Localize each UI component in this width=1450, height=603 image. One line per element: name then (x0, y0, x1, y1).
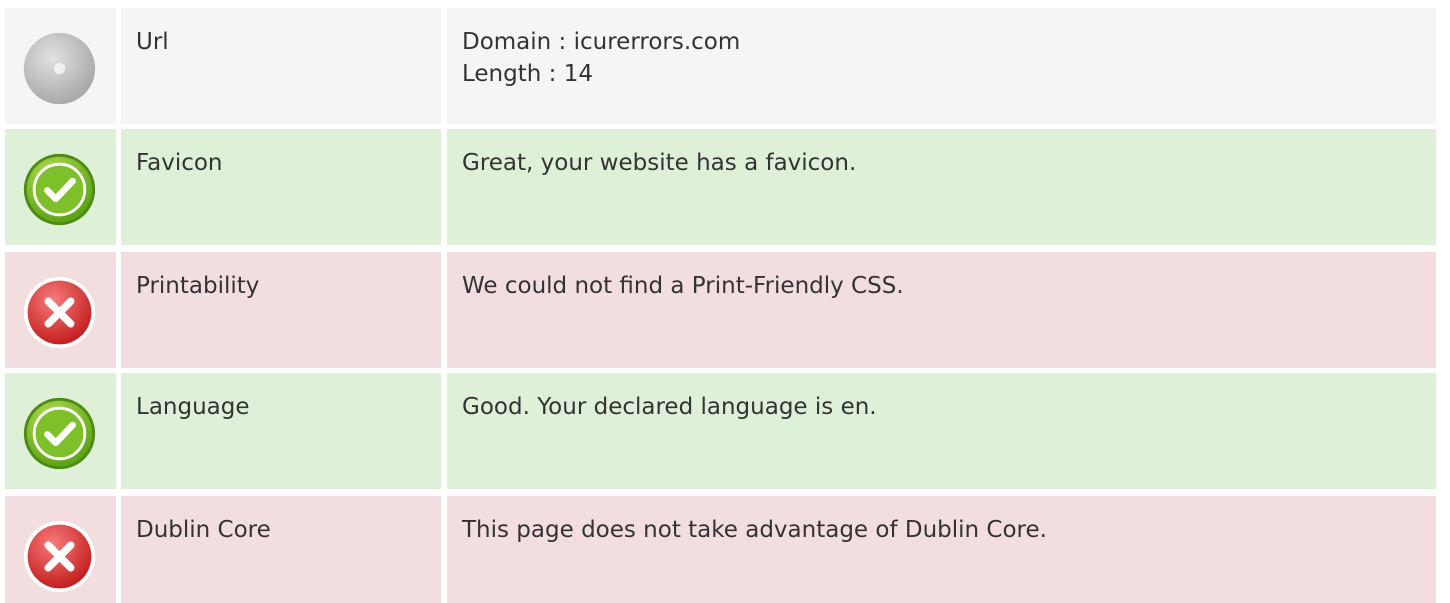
row-label-cell: Favicon (121, 129, 441, 245)
report-row-printability: Printability We could not find a Print-F… (5, 252, 1436, 368)
row-value-line: Good. Your declared language is en. (462, 394, 877, 420)
report-row-favicon: Favicon Great, your website has a favico… (5, 129, 1436, 245)
check-icon (22, 152, 97, 227)
row-value-cell: Great, your website has a favicon. (447, 129, 1436, 245)
row-label-cell: Printability (121, 252, 441, 368)
status-cell (5, 252, 116, 368)
row-label-cell: Dublin Core (121, 496, 441, 603)
row-value-cell: Domain : icurerrors.com Length : 14 (447, 8, 1436, 124)
row-value-line: Domain : icurerrors.com (462, 29, 741, 55)
neutral-disc-icon (22, 31, 97, 106)
status-cell (5, 496, 116, 603)
report-row-dublin-core: Dublin Core This page does not take adva… (5, 496, 1436, 603)
row-label: Url (136, 29, 169, 55)
row-label: Language (136, 394, 250, 420)
status-cell (5, 129, 116, 245)
seo-report: Url Domain : icurerrors.com Length : 14 (0, 0, 1450, 603)
row-value-line: We could not find a Print-Friendly CSS. (462, 273, 904, 299)
row-value-cell: Good. Your declared language is en. (447, 373, 1436, 489)
row-value-line: Great, your website has a favicon. (462, 150, 857, 176)
report-row-url: Url Domain : icurerrors.com Length : 14 (5, 8, 1436, 124)
row-value-line: This page does not take advantage of Dub… (462, 517, 1047, 543)
row-label: Printability (136, 273, 260, 299)
status-cell (5, 8, 116, 124)
row-label: Dublin Core (136, 517, 271, 543)
cross-icon (22, 275, 97, 350)
row-label-cell: Language (121, 373, 441, 489)
row-value-cell: We could not find a Print-Friendly CSS. (447, 252, 1436, 368)
cross-icon (22, 519, 97, 594)
status-cell (5, 373, 116, 489)
check-icon (22, 396, 97, 471)
row-label-cell: Url (121, 8, 441, 124)
report-row-language: Language Good. Your declared language is… (5, 373, 1436, 489)
row-label: Favicon (136, 150, 223, 176)
row-value-line: Length : 14 (462, 61, 593, 87)
row-value-cell: This page does not take advantage of Dub… (447, 496, 1436, 603)
